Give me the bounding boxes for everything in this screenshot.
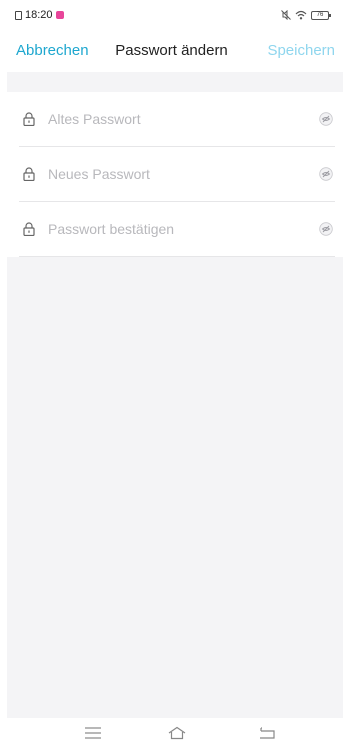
nav-bar: Abbrechen Passwort ändern Speichern xyxy=(0,30,343,72)
sim-card-icon xyxy=(15,10,22,20)
eye-hidden-icon[interactable] xyxy=(319,112,333,126)
confirm-password-row xyxy=(19,202,335,257)
old-password-row xyxy=(19,92,335,147)
lock-icon xyxy=(23,167,35,181)
back-icon[interactable] xyxy=(257,726,277,740)
content-area xyxy=(7,72,343,718)
battery-icon: 76 xyxy=(311,10,331,20)
lock-icon xyxy=(23,112,35,126)
eye-hidden-icon[interactable] xyxy=(319,167,333,181)
new-password-input[interactable] xyxy=(48,163,298,185)
confirm-password-input[interactable] xyxy=(48,218,298,240)
app-notification-icon xyxy=(55,11,64,19)
status-bar: 18:20 76 xyxy=(0,0,343,30)
battery-level: 76 xyxy=(316,11,324,18)
new-password-row xyxy=(19,147,335,202)
wifi-icon xyxy=(295,10,307,20)
status-time: 18:20 xyxy=(25,9,53,21)
old-password-input[interactable] xyxy=(48,108,298,130)
status-right: 76 xyxy=(281,8,331,22)
status-left: 18:20 xyxy=(15,8,64,22)
save-button[interactable]: Speichern xyxy=(267,42,335,59)
mute-icon xyxy=(281,10,291,20)
password-form xyxy=(7,92,343,257)
lock-icon xyxy=(23,222,35,236)
home-icon[interactable] xyxy=(167,726,187,740)
menu-icon[interactable] xyxy=(83,726,103,740)
eye-hidden-icon[interactable] xyxy=(319,222,333,236)
system-nav-bar xyxy=(0,718,343,747)
